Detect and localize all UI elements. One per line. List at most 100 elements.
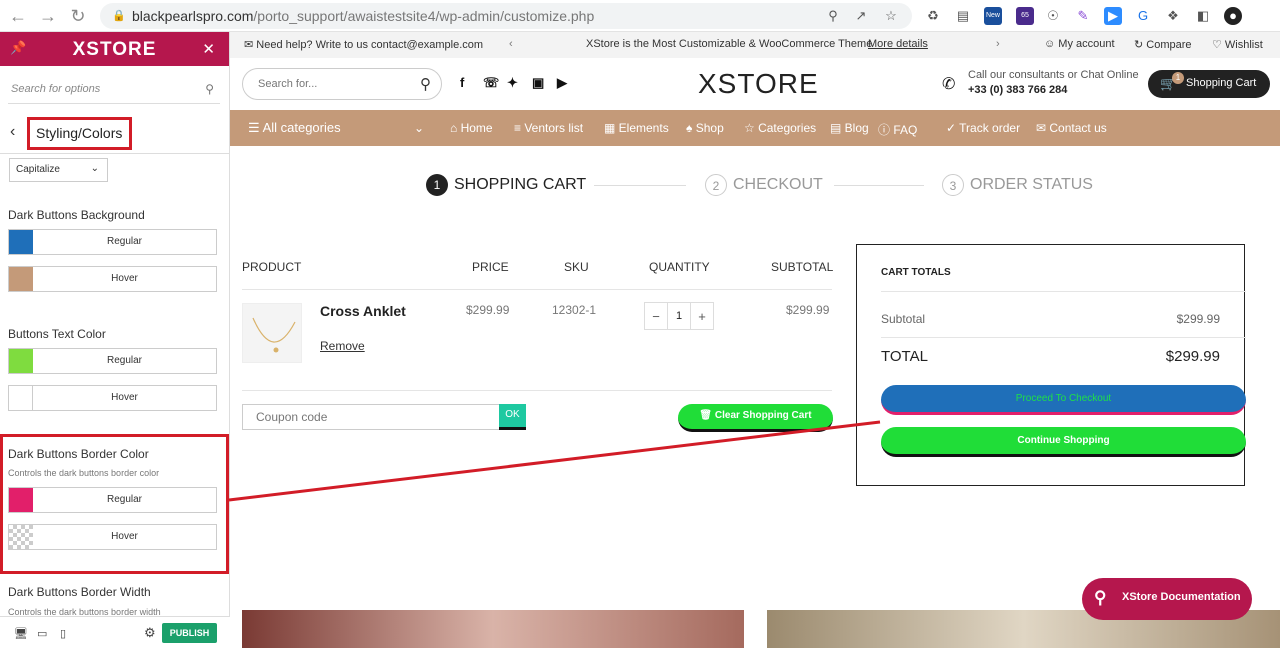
menu-home[interactable]: ⌂ Home [450, 121, 493, 135]
coupon-code-input[interactable]: Coupon code [242, 404, 500, 430]
publish-button[interactable]: PUBLISH [162, 623, 217, 643]
wishlist-link[interactable]: ♡ Wishlist [1212, 38, 1263, 51]
minus-icon[interactable]: − [648, 309, 664, 324]
search-icon[interactable]: ⚲ [205, 82, 214, 96]
quantity-value[interactable]: 1 [667, 303, 691, 329]
shopping-cart-button[interactable]: 🛒 1 Shopping Cart [1148, 70, 1270, 98]
cart-label: Shopping Cart [1186, 77, 1257, 89]
site-logo[interactable]: XSTORE [698, 68, 819, 100]
menu-contact-us[interactable]: ✉ Contact us [1036, 121, 1107, 135]
translate-extension-icon[interactable]: G [1134, 7, 1152, 25]
menu-track-order[interactable]: ✓ Track order [946, 121, 1020, 135]
header-quantity: QUANTITY [649, 260, 710, 274]
graduation-extension-icon[interactable]: 65 [1016, 7, 1034, 25]
color-chip[interactable] [9, 267, 33, 291]
puzzle-extensions-icon[interactable]: ❖ [1164, 7, 1182, 25]
options-search-input[interactable]: Search for options ⚲ [8, 78, 220, 104]
text-transform-select[interactable]: Capitalize ⌄ [9, 158, 108, 182]
pen-extension-icon[interactable]: ✎ [1074, 7, 1092, 25]
border-color-regular-swatch[interactable]: Regular [8, 487, 217, 513]
documentation-button[interactable]: ⚲ XStore Documentation [1082, 578, 1252, 620]
bookmark-star-icon[interactable]: ☆ [882, 7, 900, 25]
menu-categories[interactable]: ☆ Categories [744, 121, 816, 135]
zoom-icon[interactable]: ⚲ [824, 7, 842, 25]
clear-cart-button[interactable]: 🗑 Clear Shopping Cart [678, 404, 833, 432]
menu-blog[interactable]: ▤ Blog [830, 121, 869, 135]
forward-arrow-icon[interactable]: → [38, 6, 58, 26]
device-extension-icon[interactable]: ▤ [954, 7, 972, 25]
dark-bg-hover-swatch[interactable]: Hover [8, 266, 217, 292]
text-color-regular-swatch[interactable]: Regular [8, 348, 217, 374]
url-text: blackpearlspro.com/porto_support/awaiste… [132, 8, 595, 24]
product-name[interactable]: Cross Anklet [320, 303, 406, 319]
menu-shop[interactable]: ♠ Shop [686, 121, 724, 135]
all-categories-menu[interactable]: ☰ All categories [248, 120, 341, 136]
apply-coupon-button[interactable]: OK [499, 404, 526, 430]
new-extension-icon[interactable]: New [984, 7, 1002, 25]
sidepanel-icon[interactable]: ◧ [1194, 7, 1212, 25]
youtube-icon[interactable]: ▶ [557, 75, 567, 91]
chevron-left-icon[interactable]: ‹ [509, 38, 513, 50]
checkout-steps: 1 SHOPPING CART 2 CHECKOUT 3 ORDER STATUS [230, 172, 1280, 196]
menu-ventors-list[interactable]: ≡ Ventors list [514, 121, 583, 135]
item-subtotal: $299.99 [786, 303, 830, 317]
video-extension-icon[interactable]: ▶ [1104, 7, 1122, 25]
table-divider [242, 289, 832, 290]
facebook-icon[interactable]: f [460, 75, 464, 90]
step-checkout[interactable]: 2 CHECKOUT [705, 174, 823, 196]
product-thumbnail[interactable] [242, 303, 302, 363]
promo-link[interactable]: More details [868, 38, 928, 50]
close-icon[interactable]: ✕ [202, 40, 215, 58]
menu-faq[interactable]: ⓘ FAQ [878, 121, 917, 138]
share-icon[interactable]: ↗ [852, 7, 870, 25]
compare-link[interactable]: ↻ Compare [1134, 38, 1192, 51]
banner-image[interactable] [242, 610, 744, 648]
twitter-icon[interactable]: ✦ [507, 75, 518, 91]
transparent-color-chip[interactable] [9, 525, 33, 549]
back-arrow-icon[interactable]: ← [8, 6, 28, 26]
reload-icon[interactable]: ↻ [68, 6, 88, 26]
tablet-preview-icon[interactable]: ▭ [37, 627, 47, 640]
remove-link[interactable]: Remove [320, 339, 365, 353]
header-subtotal: SUBTOTAL [771, 260, 834, 274]
gear-icon[interactable]: ⚙ [144, 625, 156, 641]
swatch-label: Hover [111, 273, 138, 284]
color-chip[interactable] [9, 230, 33, 254]
plus-icon[interactable]: + [694, 309, 710, 324]
top-bar: ✉ Need help? Write to us contact@example… [230, 32, 1280, 58]
quantity-stepper[interactable]: − 1 + [644, 302, 714, 330]
proceed-to-checkout-button[interactable]: Proceed To Checkout [881, 385, 1246, 415]
chevron-right-icon[interactable]: › [996, 38, 1000, 50]
continue-shopping-button[interactable]: Continue Shopping [881, 427, 1246, 457]
border-color-hover-swatch[interactable]: Hover [8, 524, 217, 550]
recycle-extension-icon[interactable]: ♻ [924, 7, 942, 25]
search-icon: ⚲ [1094, 588, 1107, 607]
profile-avatar-icon[interactable]: ● [1224, 7, 1242, 25]
customizer-sidebar: 📌 XSTORE ✕ Search for options ⚲ ‹ Stylin… [0, 32, 230, 648]
dark-bg-regular-swatch[interactable]: Regular [8, 229, 217, 255]
customizer-footer: 🖥 ▭ ▯ ⚙ PUBLISH [0, 616, 230, 648]
step-order-status[interactable]: 3 ORDER STATUS [942, 174, 1093, 196]
color-chip[interactable] [9, 488, 33, 512]
address-bar[interactable]: 🔒 blackpearlspro.com/porto_support/awais… [100, 3, 912, 29]
whatsapp-icon[interactable]: ☏ [483, 75, 499, 91]
table-divider [242, 390, 832, 391]
desktop-preview-icon[interactable]: 🖥 [14, 627, 28, 640]
mobile-preview-icon[interactable]: ▯ [60, 627, 66, 640]
back-chevron-icon[interactable]: ‹ [10, 123, 15, 141]
globe-extension-icon[interactable]: ☉ [1044, 7, 1062, 25]
instagram-icon[interactable]: ▣ [532, 75, 544, 91]
chevron-down-icon[interactable]: ⌄ [414, 121, 424, 135]
site-search-input[interactable]: Search for... ⚲ [242, 68, 442, 100]
search-icon[interactable]: ⚲ [420, 75, 431, 93]
site-header: Search for... ⚲ f ☏ ✦ ▣ ▶ XSTORE ✆ Call … [230, 58, 1280, 110]
totals-divider [881, 291, 1246, 292]
step-shopping-cart[interactable]: 1 SHOPPING CART [426, 174, 586, 196]
color-chip[interactable] [9, 386, 33, 410]
text-color-hover-swatch[interactable]: Hover [8, 385, 217, 411]
color-chip[interactable] [9, 349, 33, 373]
section-title: Styling/Colors [27, 117, 132, 150]
my-account-link[interactable]: ☺ My account [1044, 38, 1115, 50]
dark-buttons-border-width-label: Dark Buttons Border Width [8, 585, 151, 599]
menu-elements[interactable]: ▦ Elements [604, 121, 669, 135]
